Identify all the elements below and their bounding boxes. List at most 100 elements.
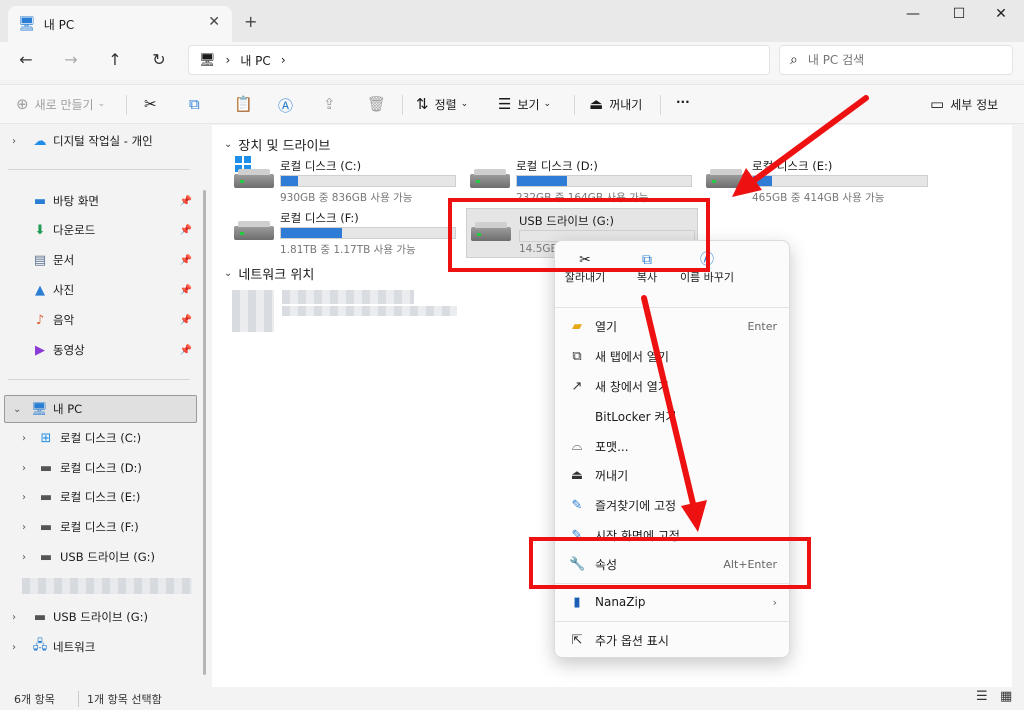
forward-button[interactable]: →: [59, 50, 83, 69]
maximize-button[interactable]: ☐: [944, 6, 974, 22]
tab-close-icon[interactable]: ✕: [208, 14, 220, 30]
refresh-button[interactable]: ↻: [147, 50, 171, 69]
up-button[interactable]: ↑: [103, 50, 127, 69]
sidebar-item-label: 문서: [53, 253, 75, 267]
section-title: 장치 및 드라이브: [238, 139, 331, 154]
sidebar-item-documents[interactable]: ▤ 문서 📌: [0, 246, 198, 274]
sidebar-item-drive-e[interactable]: › ▬ 로컬 디스크 (E:): [0, 483, 198, 511]
drive-free-space: 1.81TB 중 1.17TB 사용 가능: [280, 244, 416, 256]
drive-tile-e[interactable]: 로컬 디스크 (E:) 465GB 중 414GB 사용 가능: [706, 158, 936, 204]
sidebar-item-label: 로컬 디스크 (F:): [60, 520, 139, 534]
menu-item-nanazip[interactable]: ▮ NanaZip ›: [555, 587, 791, 617]
search-box[interactable]: ⌕: [779, 45, 1013, 75]
sidebar-item-pictures[interactable]: ▲ 사진 📌: [0, 276, 198, 304]
share-button[interactable]: ⇪: [323, 95, 342, 113]
new-tab-button[interactable]: +: [244, 12, 257, 31]
details-pane-button[interactable]: ▭ 세부 정보: [930, 95, 998, 113]
toolbar-divider: [660, 95, 661, 115]
menu-item-pin-start[interactable]: ✎ 시작 화면에 고정: [555, 520, 791, 550]
tab-this-pc[interactable]: 🖥 내 PC ✕: [8, 6, 232, 42]
drive-name: 로컬 디스크 (E:): [752, 159, 833, 173]
sidebar-item-videos[interactable]: ▶ 동영상 📌: [0, 336, 198, 364]
menu-item-format[interactable]: ⌓ 포맷...: [555, 431, 791, 461]
sidebar-scrollbar[interactable]: [203, 190, 206, 675]
details-view-icon[interactable]: ☰: [976, 689, 988, 704]
sidebar-item-usb-root[interactable]: › ▬ USB 드라이브 (G:): [0, 603, 198, 631]
address-bar[interactable]: 🖥 › 내 PC ›: [188, 45, 770, 75]
breadcrumb-separator[interactable]: ›: [281, 53, 286, 67]
breadcrumb-separator[interactable]: ›: [226, 53, 231, 67]
chevron-down-icon: ⌄: [224, 268, 233, 279]
sidebar-item-drive-g[interactable]: › ▬ USB 드라이브 (G:): [0, 543, 198, 571]
context-copy-button[interactable]: ⧉ 복사: [617, 249, 677, 285]
drive-icon: [234, 220, 274, 244]
drive-free-space: 14.5GB: [519, 243, 558, 255]
copy-button[interactable]: ⧉: [189, 95, 206, 113]
sidebar-item-drive-d[interactable]: › ▬ 로컬 디스크 (D:): [0, 454, 198, 482]
tiles-view-icon[interactable]: ▦: [1000, 689, 1012, 704]
chevron-down-icon: ⌄: [543, 99, 552, 109]
sort-button[interactable]: ⇅ 정렬 ⌄: [416, 95, 468, 113]
sidebar-item-label: 로컬 디스크 (C:): [60, 431, 142, 445]
sidebar-item-onedrive[interactable]: › ☁ 디지털 작업실 - 개인: [0, 127, 198, 155]
devices-section-header[interactable]: ⌄ 장치 및 드라이브: [224, 135, 330, 154]
sidebar-item-network[interactable]: › 🖧 네트워크: [0, 633, 198, 661]
pin-icon[interactable]: 📌: [180, 196, 192, 207]
drive-usage-bar: [752, 175, 928, 187]
menu-item-show-more-options[interactable]: ⇱ 추가 옵션 표시: [555, 625, 791, 655]
chevron-right-icon: ›: [12, 611, 16, 623]
delete-button[interactable]: 🗑: [367, 95, 392, 113]
context-cut-button[interactable]: ✂ 잘라내기: [555, 249, 615, 285]
breadcrumb-this-pc[interactable]: 내 PC: [240, 52, 270, 69]
drive-tile-f[interactable]: 로컬 디스크 (F:) 1.81TB 중 1.17TB 사용 가능: [234, 210, 464, 256]
cut-button[interactable]: ✂: [144, 95, 163, 113]
drive-free-space: 465GB 중 414GB 사용 가능: [752, 192, 885, 204]
drive-usage-fill: [517, 176, 568, 186]
minimize-button[interactable]: —: [898, 6, 928, 22]
sidebar-item-label: 네트워크: [53, 640, 96, 654]
eject-button[interactable]: ⏏ 꺼내기: [589, 95, 642, 113]
copy-icon: ⧉: [642, 252, 652, 268]
chevron-right-icon: ›: [22, 551, 26, 563]
menu-item-open-new-window[interactable]: ↗ 새 창에서 열기: [555, 371, 791, 401]
sidebar-item-label: 다운로드: [53, 223, 96, 237]
view-button[interactable]: ☰ 보기 ⌄: [498, 95, 551, 113]
pictures-icon: ▲: [35, 282, 45, 298]
sidebar-item-desktop[interactable]: ▬ 바탕 화면 📌: [0, 187, 198, 215]
sidebar-item-music[interactable]: ♪ 음악 📌: [0, 306, 198, 334]
menu-item-pin-quick-access[interactable]: ✎ 즐겨찾기에 고정: [555, 490, 791, 520]
context-rename-button[interactable]: Ⓐ 이름 바꾸기: [677, 249, 737, 285]
drive-usage-fill: [281, 176, 299, 186]
drive-usage-bar: [280, 227, 456, 239]
paste-button[interactable]: 📋: [234, 95, 259, 113]
new-button[interactable]: ⊕ 새로 만들기 ⌄: [16, 95, 105, 113]
chevron-right-icon: ›: [22, 491, 26, 503]
drive-tile-d[interactable]: 로컬 디스크 (D:) 232GB 중 164GB 사용 가능: [470, 158, 700, 204]
context-quick-actions: ✂ 잘라내기 ⧉ 복사 Ⓐ 이름 바꾸기: [555, 241, 791, 303]
pin-icon[interactable]: 📌: [180, 315, 192, 326]
drive-tile-c[interactable]: 로컬 디스크 (C:) 930GB 중 836GB 사용 가능: [234, 156, 464, 204]
pin-icon[interactable]: 📌: [180, 285, 192, 296]
menu-item-properties[interactable]: 🔧 속성 Alt+Enter: [555, 549, 791, 579]
pin-icon[interactable]: 📌: [180, 345, 192, 356]
rename-button[interactable]: Ⓐ: [278, 95, 299, 116]
close-window-button[interactable]: ✕: [986, 6, 1016, 22]
search-input[interactable]: [807, 53, 988, 67]
menu-item-open[interactable]: ▰ 열기 Enter: [555, 311, 791, 341]
menu-item-open-new-tab[interactable]: ⧉ 새 탭에서 열기: [555, 341, 791, 371]
more-options-button[interactable]: ···: [676, 95, 690, 109]
menu-item-eject[interactable]: ⏏ 꺼내기: [555, 460, 791, 490]
sidebar-item-this-pc[interactable]: ⌄ 🖥 내 PC: [4, 395, 197, 423]
network-section-header[interactable]: ⌄ 네트워크 위치: [224, 264, 314, 283]
pin-icon[interactable]: 📌: [180, 225, 192, 236]
sidebar-item-drive-f[interactable]: › ▬ 로컬 디스크 (F:): [0, 513, 198, 541]
navigation-bar: ← → ↑ ↻ 🖥 › 내 PC › ⌕: [0, 42, 1024, 80]
drive-name: USB 드라이브 (G:): [519, 214, 614, 228]
toolbar-divider: [574, 95, 575, 115]
sidebar-item-drive-c[interactable]: › ⊞ 로컬 디스크 (C:): [0, 424, 198, 452]
pin-icon[interactable]: 📌: [180, 255, 192, 266]
back-button[interactable]: ←: [14, 50, 38, 69]
sidebar-item-label: 디지털 작업실 - 개인: [53, 134, 153, 148]
menu-item-bitlocker[interactable]: BitLocker 켜기: [555, 401, 791, 431]
sidebar-item-downloads[interactable]: ⬇ 다운로드 📌: [0, 216, 198, 244]
